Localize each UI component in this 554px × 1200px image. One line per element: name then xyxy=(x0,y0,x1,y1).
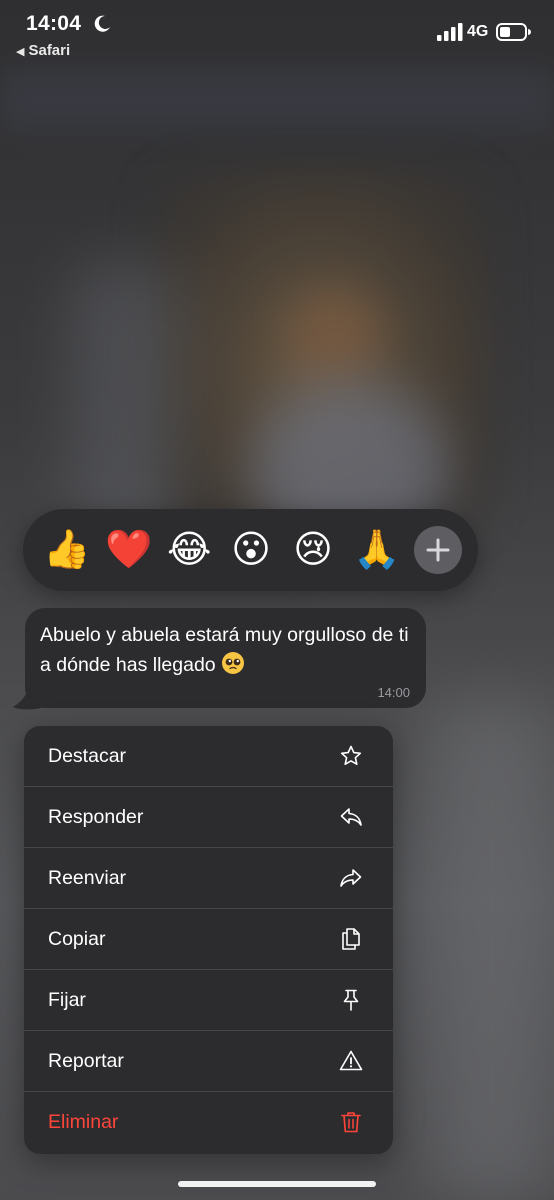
trash-icon xyxy=(341,1112,361,1133)
signal-icon xyxy=(437,23,463,41)
forward-icon xyxy=(340,869,362,887)
status-time: 14:04 xyxy=(26,12,82,35)
reply-icon xyxy=(340,808,362,826)
status-bar: 14:04 ◀ Safari 4G xyxy=(0,0,554,70)
back-triangle-icon: ◀ xyxy=(16,46,25,58)
back-to-app-link[interactable]: ◀ Safari xyxy=(16,42,70,59)
star-icon xyxy=(340,745,362,765)
reactions-bar: 👍 ❤️ 😂 😮 😢 🙏 xyxy=(23,509,478,591)
menu-item-label: Fijar xyxy=(48,989,86,1011)
reaction-laughing[interactable]: 😂 xyxy=(167,528,211,572)
reaction-crying[interactable]: 😢 xyxy=(291,528,335,572)
pleading-face-emoji xyxy=(222,652,245,674)
copy-icon xyxy=(342,928,360,950)
message-text: Abuelo y abuela estará muy orgulloso de … xyxy=(40,620,420,680)
menu-item-destacar[interactable]: Destacar xyxy=(24,726,393,787)
context-menu: Destacar Responder Reenviar Copiar Fijar… xyxy=(24,726,393,1154)
reaction-thumbs-up[interactable]: 👍 xyxy=(43,528,90,572)
moon-icon xyxy=(94,15,110,32)
reaction-heart[interactable]: ❤️ xyxy=(105,528,152,572)
plus-icon xyxy=(426,538,450,562)
pin-icon xyxy=(343,989,359,1011)
menu-item-reenviar[interactable]: Reenviar xyxy=(24,848,393,909)
warning-icon xyxy=(339,1050,363,1071)
menu-item-label: Eliminar xyxy=(48,1111,119,1133)
menu-item-label: Responder xyxy=(48,806,144,828)
menu-item-label: Reportar xyxy=(48,1050,124,1072)
menu-item-label: Reenviar xyxy=(48,867,127,889)
menu-item-responder[interactable]: Responder xyxy=(24,787,393,848)
home-indicator[interactable] xyxy=(178,1181,376,1187)
menu-item-copiar[interactable]: Copiar xyxy=(24,909,393,970)
battery-icon xyxy=(496,23,531,41)
menu-item-eliminar[interactable]: Eliminar xyxy=(24,1092,393,1153)
network-type: 4G xyxy=(467,23,489,40)
reaction-pray[interactable]: 🙏 xyxy=(353,528,400,572)
reaction-surprised[interactable]: 😮 xyxy=(229,528,273,572)
message-bubble[interactable]: Abuelo y abuela estará muy orgulloso de … xyxy=(25,608,426,708)
menu-item-fijar[interactable]: Fijar xyxy=(24,970,393,1031)
menu-item-label: Destacar xyxy=(48,745,127,767)
message-time: 14:00 xyxy=(377,685,410,700)
menu-item-label: Copiar xyxy=(48,928,106,950)
back-app-label: Safari xyxy=(28,42,71,59)
menu-item-reportar[interactable]: Reportar xyxy=(24,1031,393,1092)
more-reactions-button[interactable] xyxy=(414,526,462,574)
